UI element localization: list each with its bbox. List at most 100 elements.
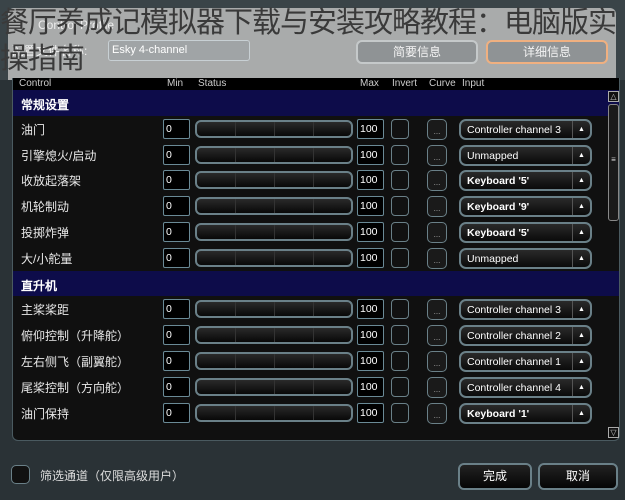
curve-button[interactable]: ...	[427, 170, 447, 192]
status-bar	[195, 377, 353, 396]
col-min: Min	[167, 78, 184, 89]
curve-button[interactable]: ...	[427, 325, 447, 347]
max-input[interactable]: 100	[357, 350, 384, 371]
dropdown-arrow-icon: ▲	[572, 378, 590, 396]
input-dropdown[interactable]: Unmapped ▲	[459, 247, 592, 269]
dropdown-arrow-icon: ▲	[572, 404, 590, 422]
control-name: 油门保持	[21, 406, 70, 421]
invert-checkbox[interactable]	[391, 221, 409, 242]
min-input[interactable]: 0	[163, 196, 190, 217]
max-input[interactable]: 100	[357, 170, 384, 191]
control-row: 机轮制动 0 100 ... Keyboard '9' ▲	[13, 193, 619, 219]
control-name: 机轮制动	[21, 200, 70, 215]
invert-checkbox[interactable]	[391, 247, 409, 268]
max-input[interactable]: 100	[357, 376, 384, 397]
curve-button[interactable]: ...	[427, 299, 447, 321]
scroll-thumb[interactable]: ≡	[608, 104, 619, 221]
max-input[interactable]: 100	[357, 221, 384, 242]
control-name: 大/小舵量	[21, 251, 73, 266]
status-bar	[195, 145, 353, 164]
invert-checkbox[interactable]	[391, 170, 409, 191]
min-input[interactable]: 0	[163, 299, 190, 320]
input-dropdown[interactable]: Keyboard '5' ▲	[459, 221, 592, 243]
status-bar	[195, 351, 353, 370]
input-dropdown[interactable]: Keyboard '1' ▲	[459, 402, 592, 424]
min-input[interactable]: 0	[163, 325, 190, 346]
curve-button[interactable]: ...	[427, 247, 447, 269]
col-input: Input	[462, 78, 485, 89]
curve-button[interactable]: ...	[427, 196, 447, 218]
control-row: 引擎熄火/启动 0 100 ... Unmapped ▲	[13, 142, 619, 168]
input-value: Unmapped	[467, 252, 519, 265]
curve-button[interactable]: ...	[427, 118, 447, 140]
input-value: Keyboard '1'	[467, 407, 530, 420]
max-input[interactable]: 100	[357, 402, 384, 423]
min-input[interactable]: 0	[163, 350, 190, 371]
dropdown-arrow-icon: ▲	[572, 120, 590, 138]
scroll-down-icon[interactable]: ▽	[608, 427, 619, 438]
input-value: Controller channel 4	[467, 381, 561, 394]
min-input[interactable]: 0	[163, 144, 190, 165]
min-input[interactable]: 0	[163, 402, 190, 423]
input-value: Unmapped	[467, 149, 519, 162]
control-row: 投掷炸弹 0 100 ... Keyboard '5' ▲	[13, 219, 619, 245]
min-input[interactable]: 0	[163, 247, 190, 268]
max-input[interactable]: 100	[357, 325, 384, 346]
max-input[interactable]: 100	[357, 118, 384, 139]
invert-checkbox[interactable]	[391, 350, 409, 371]
control-row: 油门保持 0 100 ... Keyboard '1' ▲	[13, 400, 619, 426]
scrollbar[interactable]: △ ≡ ▽	[607, 90, 620, 440]
dropdown-arrow-icon: ▲	[572, 352, 590, 370]
scroll-up-icon[interactable]: △	[608, 91, 619, 102]
section-title: 常规设置	[21, 98, 70, 112]
section-header: 直升机	[13, 270, 619, 297]
control-row: 主桨桨距 0 100 ... Controller channel 3 ▲	[13, 296, 619, 322]
curve-button[interactable]: ...	[427, 221, 447, 243]
curve-button[interactable]: ...	[427, 376, 447, 398]
control-name: 引擎熄火/启动	[21, 148, 97, 163]
invert-checkbox[interactable]	[391, 299, 409, 320]
input-dropdown[interactable]: Controller channel 2 ▲	[459, 325, 592, 347]
status-bar	[195, 119, 353, 138]
max-input[interactable]: 100	[357, 196, 384, 217]
input-dropdown[interactable]: Keyboard '9' ▲	[459, 196, 592, 218]
status-bar	[195, 300, 353, 319]
input-dropdown[interactable]: Unmapped ▲	[459, 144, 592, 166]
min-input[interactable]: 0	[163, 170, 190, 191]
input-dropdown[interactable]: Controller channel 3 ▲	[459, 118, 592, 140]
invert-checkbox[interactable]	[391, 376, 409, 397]
section-title: 直升机	[21, 278, 58, 293]
input-dropdown[interactable]: Controller channel 4 ▲	[459, 376, 592, 398]
min-input[interactable]: 0	[163, 376, 190, 397]
dropdown-arrow-icon: ▲	[572, 146, 590, 164]
input-value: Keyboard '5'	[467, 175, 530, 188]
curve-button[interactable]: ...	[427, 144, 447, 166]
col-curve: Curve	[429, 78, 456, 89]
input-value: Controller channel 3	[467, 123, 561, 136]
invert-checkbox[interactable]	[391, 402, 409, 423]
control-row: 油门 0 100 ... Controller channel 3 ▲	[13, 116, 619, 142]
input-dropdown[interactable]: Controller channel 1 ▲	[459, 350, 592, 372]
max-input[interactable]: 100	[357, 144, 384, 165]
input-dropdown[interactable]: Controller channel 3 ▲	[459, 299, 592, 321]
invert-checkbox[interactable]	[391, 196, 409, 217]
max-input[interactable]: 100	[357, 299, 384, 320]
filter-channels-checkbox[interactable]	[11, 465, 30, 484]
done-button[interactable]: 完成	[458, 463, 532, 490]
invert-checkbox[interactable]	[391, 118, 409, 139]
min-input[interactable]: 0	[163, 221, 190, 242]
min-input[interactable]: 0	[163, 118, 190, 139]
dropdown-arrow-icon: ▲	[572, 327, 590, 345]
max-input[interactable]: 100	[357, 247, 384, 268]
input-value: Keyboard '9'	[467, 201, 530, 214]
input-dropdown[interactable]: Keyboard '5' ▲	[459, 170, 592, 192]
control-name: 俯仰控制（升降舵）	[21, 329, 130, 344]
invert-checkbox[interactable]	[391, 144, 409, 165]
dropdown-arrow-icon: ▲	[572, 223, 590, 241]
cancel-button[interactable]: 取消	[538, 463, 618, 490]
control-name: 左右侧飞（副翼舵）	[21, 354, 130, 369]
control-row: 左右侧飞（副翼舵） 0 100 ... Controller channel 1…	[13, 348, 619, 374]
invert-checkbox[interactable]	[391, 325, 409, 346]
curve-button[interactable]: ...	[427, 350, 447, 372]
curve-button[interactable]: ...	[427, 402, 447, 424]
